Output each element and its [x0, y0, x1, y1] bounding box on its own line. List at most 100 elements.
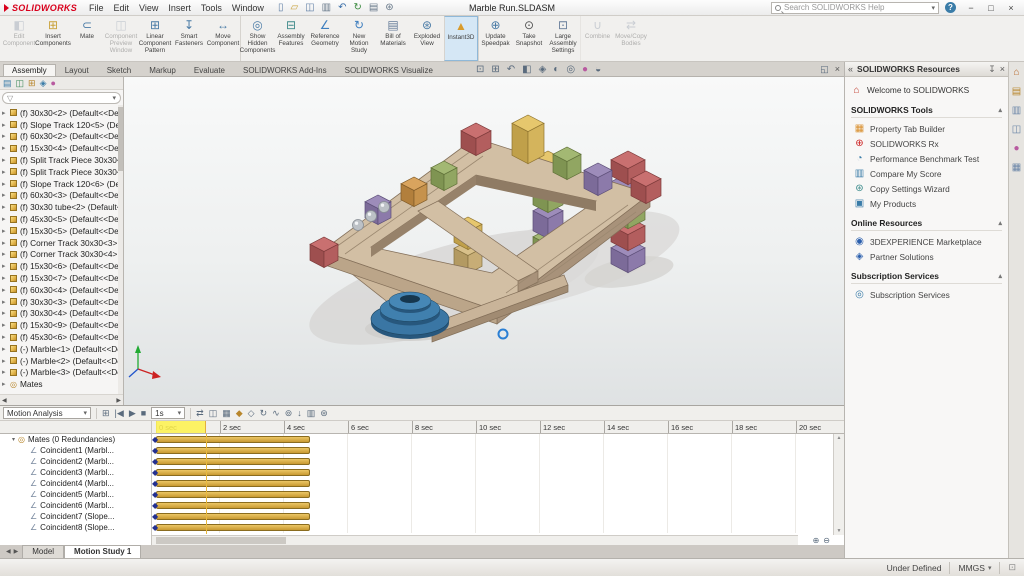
expand-icon[interactable] — [2, 203, 9, 211]
expand-icon[interactable] — [2, 368, 9, 376]
motion-mate-row[interactable]: ∠ Coincident6 (Marbl... — [0, 500, 151, 511]
keyframe-icon[interactable] — [152, 522, 158, 533]
add-key-icon[interactable]: ◇ — [248, 407, 255, 420]
feature-tree-item[interactable]: (f) 30x30<4> (Default<<Default... — [0, 308, 123, 320]
zoom-out-icon[interactable]: ⊖ — [823, 536, 830, 545]
expand-icon[interactable] — [2, 274, 9, 282]
options-icon[interactable]: ⊛ — [385, 1, 393, 15]
motion-mates-root[interactable]: ▾ ◎ Mates (0 Redundancies) — [0, 434, 151, 445]
ribbon-button[interactable]: ↔ Move Component — [206, 16, 240, 61]
menu-item[interactable]: Insert — [168, 3, 191, 13]
timeline-row[interactable] — [152, 445, 844, 456]
graphics-viewport[interactable] — [124, 77, 844, 405]
timeline[interactable]: 0 sec2 sec4 sec6 sec8 sec10 sec12 sec14 … — [152, 421, 844, 545]
expand-icon[interactable] — [2, 121, 9, 129]
task-pane-link[interactable]: ◉ 3DEXPERIENCE Marketplace — [854, 234, 1002, 249]
expand-icon[interactable] — [2, 156, 9, 164]
chevron-up-icon[interactable]: ▴ — [998, 219, 1002, 227]
timeline-hscrollbar[interactable] — [152, 535, 798, 545]
timeline-row[interactable] — [152, 522, 844, 533]
keyframe-icon[interactable] — [152, 500, 158, 511]
motion-mate-row[interactable]: ∠ Coincident3 (Marbl... — [0, 467, 151, 478]
chevron-up-icon[interactable]: ▴ — [998, 272, 1002, 280]
expand-icon[interactable] — [2, 227, 9, 235]
ribbon-button[interactable]: ⊞ Linear Component Pattern — [138, 16, 172, 61]
expand-icon[interactable] — [2, 215, 9, 223]
tab-nav-right-icon[interactable]: ▶ — [116, 397, 121, 404]
time-select[interactable]: 1s ▾ — [151, 407, 185, 419]
scroll-down-icon[interactable]: ▼ — [837, 528, 842, 534]
expand-icon[interactable] — [2, 286, 9, 294]
ribbon-button[interactable]: ◫ Component Preview Window — [104, 16, 138, 61]
calculate-icon[interactable]: ⊞ — [102, 407, 110, 420]
feature-tree-item[interactable]: (f) 60x30<3> (Default<<Default... — [0, 190, 123, 202]
feature-tree-item[interactable]: (f) Split Track Piece 30x30<2> (D... — [0, 154, 123, 166]
previous-view-icon[interactable]: ↶ — [507, 63, 515, 76]
view-orientation-icon[interactable]: ◈ — [539, 63, 547, 76]
change-bar[interactable] — [156, 502, 310, 509]
playback-mode-icon[interactable]: ⇄ — [196, 407, 204, 420]
tree-filter[interactable]: ▽ ▾ — [2, 92, 121, 104]
view-palette-tab-icon[interactable]: ◫ — [1012, 124, 1021, 135]
tree-hscrollbar[interactable]: ◀ ▶ — [0, 394, 123, 405]
stop-icon[interactable]: ■ — [141, 407, 146, 420]
view-settings-icon[interactable]: ◒ — [595, 63, 601, 76]
help-button[interactable]: ? — [945, 2, 956, 13]
save-animation-icon[interactable]: ◫ — [209, 407, 218, 420]
task-pane-link[interactable]: ⊕ SOLIDWORKS Rx — [854, 136, 1002, 151]
play-from-start-icon[interactable]: |◀ — [115, 407, 124, 420]
timeline-row[interactable] — [152, 478, 844, 489]
change-bar[interactable] — [156, 513, 310, 520]
chevron-down-icon[interactable]: ▾ — [112, 94, 116, 102]
expand-icon[interactable] — [2, 309, 9, 317]
contact-icon[interactable]: ⊚ — [285, 407, 293, 420]
menu-item[interactable]: Tools — [201, 3, 222, 13]
ribbon-button[interactable]: ◎ Show Hidden Components — [240, 16, 274, 61]
units-selector[interactable]: MMGS ▾ — [958, 563, 991, 573]
change-bar[interactable] — [156, 436, 310, 443]
expand-icon[interactable] — [2, 321, 9, 329]
hide-show-items-icon[interactable]: ◎ — [566, 63, 575, 76]
expand-icon[interactable] — [2, 132, 9, 140]
command-tab[interactable]: Assembly — [3, 64, 56, 76]
ribbon-button[interactable]: ↻ New Motion Study — [342, 16, 376, 61]
animation-wizard-icon[interactable]: ▦ — [222, 407, 231, 420]
timeline-row[interactable] — [152, 500, 844, 511]
display-style-icon[interactable]: ◐ — [553, 63, 559, 76]
mates-tree-item[interactable]: ◎ Mates — [0, 378, 123, 390]
task-pane-link[interactable]: ▣ My Products — [854, 196, 1002, 211]
chevron-up-icon[interactable]: ▴ — [998, 106, 1002, 114]
undock-pane-icon[interactable]: ◱ — [820, 64, 829, 75]
timeline-row[interactable] — [152, 489, 844, 500]
section-header[interactable]: SOLIDWORKS Tools ▴ — [851, 105, 1002, 118]
open-icon[interactable]: ▱ — [290, 1, 298, 15]
keyframe-icon[interactable] — [152, 478, 158, 489]
expand-icon[interactable] — [2, 357, 9, 365]
edit-appearance-icon[interactable]: ● — [582, 63, 588, 76]
zoom-fit-icon[interactable]: ⊡ — [476, 63, 484, 76]
menu-item[interactable]: Edit — [114, 3, 130, 13]
menu-item[interactable]: View — [139, 3, 158, 13]
feature-tree-item[interactable]: (f) Corner Track 30x30<4> (Def... — [0, 249, 123, 261]
menu-item[interactable]: Window — [232, 3, 264, 13]
feature-tree-item[interactable]: (f) 15x30<6> (Default<<Default... — [0, 260, 123, 272]
change-bar[interactable] — [156, 491, 310, 498]
change-bar[interactable] — [156, 447, 310, 454]
timeline-row[interactable] — [152, 467, 844, 478]
command-tab[interactable]: Evaluate — [185, 64, 234, 76]
feature-tree-item[interactable]: (f) 60x30<4> (Default<<Default... — [0, 284, 123, 296]
keyframe-icon[interactable] — [152, 456, 158, 467]
keyframe-icon[interactable] — [152, 489, 158, 500]
section-header[interactable]: Subscription Services ▴ — [851, 271, 1002, 284]
expand-icon[interactable] — [2, 144, 9, 152]
sw-resources-tab-icon[interactable]: ⌂ — [1013, 67, 1019, 78]
feature-tree-item[interactable]: (f) 15x30<9> (Default<<Default... — [0, 319, 123, 331]
command-tab[interactable]: SOLIDWORKS Visualize — [336, 64, 442, 76]
section-view-icon[interactable]: ◧ — [522, 63, 531, 76]
tab-nav-right-icon[interactable]: ▶ — [14, 548, 19, 555]
change-bar[interactable] — [156, 458, 310, 465]
expand-icon[interactable] — [2, 262, 9, 270]
feature-tree-item[interactable]: (f) Slope Track 120<6> (Default... — [0, 178, 123, 190]
new-icon[interactable]: ▯ — [278, 1, 284, 15]
timeline-row-mates[interactable] — [152, 434, 844, 445]
